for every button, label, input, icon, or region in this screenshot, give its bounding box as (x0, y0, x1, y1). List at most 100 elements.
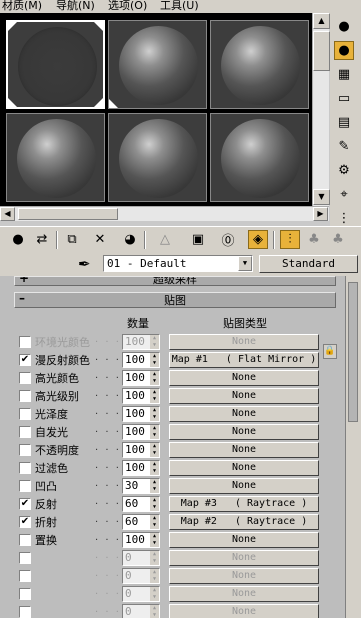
spinner-arrows-icon[interactable]: ▲ ▼ (150, 569, 159, 583)
map-amount-spinner[interactable]: 100 ▲ ▼ (122, 370, 160, 386)
sample-slot-2[interactable] (108, 20, 207, 109)
background-checker-icon[interactable]: ▦ (334, 65, 354, 84)
map-slot-button[interactable]: None (169, 478, 319, 494)
sample-slot-4[interactable] (6, 113, 105, 202)
spinner-arrows-icon[interactable]: ▲ ▼ (150, 587, 159, 601)
map-enable-checkbox[interactable] (19, 480, 31, 492)
spinner-arrows-icon[interactable]: ▲ ▼ (150, 353, 159, 367)
make-preview-icon[interactable]: ✎ (334, 137, 354, 156)
scroll-thumb[interactable] (313, 31, 330, 71)
spinner-arrows-icon[interactable]: ▲ ▼ (150, 515, 159, 529)
spinner-arrows-icon[interactable]: ▲ ▼ (150, 371, 159, 385)
spinner-arrows-icon[interactable]: ▲ ▼ (150, 479, 159, 493)
map-slot-button[interactable]: None (169, 388, 319, 404)
backlight-icon[interactable]: ● (334, 41, 354, 60)
put-to-library-icon[interactable]: △ (155, 230, 175, 249)
show-end-result-icon[interactable]: ◈ (248, 230, 268, 249)
supersampling-rollout-header[interactable]: + 超级采样 (14, 276, 336, 286)
maps-rollout-header[interactable]: – 贴图 (14, 291, 336, 308)
spinner-arrows-icon[interactable]: ▲ ▼ (150, 605, 159, 618)
map-enable-checkbox[interactable] (19, 462, 31, 474)
map-amount-spinner[interactable]: 0 ▲ ▼ (122, 568, 160, 584)
map-amount-spinner[interactable]: 100 ▲ ▼ (122, 442, 160, 458)
reset-map-icon[interactable]: ✕ (90, 230, 110, 249)
map-slot-button[interactable]: None (169, 442, 319, 458)
map-slot-button[interactable]: None (169, 424, 319, 440)
spinner-arrows-icon[interactable]: ▲ ▼ (150, 551, 159, 565)
map-slot-button[interactable]: None (169, 460, 319, 476)
sample-slot-6[interactable] (210, 113, 309, 202)
spinner-arrows-icon[interactable]: ▲ ▼ (150, 407, 159, 421)
map-enable-checkbox[interactable]: ✔ (19, 498, 31, 510)
map-amount-spinner[interactable]: 0 ▲ ▼ (122, 604, 160, 618)
map-slot-button[interactable]: None (169, 604, 319, 618)
scroll-right-icon[interactable]: ▶ (313, 207, 328, 221)
map-enable-checkbox[interactable]: ✔ (19, 354, 31, 366)
material-type-button[interactable]: Standard (259, 255, 358, 273)
map-enable-checkbox[interactable] (19, 426, 31, 438)
panel-scrollbar[interactable] (345, 276, 361, 618)
map-enable-checkbox[interactable] (19, 408, 31, 420)
put-to-scene-icon[interactable]: ⇄ (32, 230, 52, 249)
map-enable-checkbox[interactable]: ✔ (19, 516, 31, 528)
material-name-field[interactable]: 01 - Default ▼ (103, 255, 253, 272)
map-enable-checkbox[interactable] (19, 390, 31, 402)
spinner-arrows-icon[interactable]: ▲ ▼ (150, 497, 159, 511)
eyedropper-icon[interactable]: ✒ (78, 255, 91, 273)
map-amount-spinner[interactable]: 100 ▲ ▼ (122, 460, 160, 476)
map-slot-button[interactable]: None (169, 334, 319, 350)
map-slot-button[interactable]: Map #3 ( Raytrace ) (169, 496, 319, 512)
menu-navigation[interactable]: 导航(N) (56, 0, 95, 13)
map-amount-spinner[interactable]: 100 ▲ ▼ (122, 352, 160, 368)
sample-slot-1[interactable] (6, 20, 105, 109)
map-enable-checkbox[interactable] (19, 552, 31, 564)
map-enable-checkbox[interactable] (19, 372, 31, 384)
select-by-material-icon[interactable]: ⌖ (334, 185, 354, 204)
map-slot-button[interactable]: None (169, 568, 319, 584)
sample-type-sphere-icon[interactable]: ● (334, 17, 354, 36)
get-material-icon[interactable]: ● (8, 230, 28, 249)
spinner-arrows-icon[interactable]: ▲ ▼ (150, 443, 159, 457)
assign-to-selection-icon[interactable]: ⧉ (62, 230, 82, 249)
show-map-in-viewport-icon[interactable]: ⓪ (218, 230, 238, 249)
map-amount-spinner[interactable]: 100 ▲ ▼ (122, 388, 160, 404)
map-enable-checkbox[interactable] (19, 606, 31, 618)
menu-material[interactable]: 材质(M) (2, 0, 42, 13)
scroll-thumb[interactable] (348, 282, 358, 422)
map-slot-button[interactable]: Map #2 ( Raytrace ) (169, 514, 319, 530)
chevron-down-icon[interactable]: ▼ (238, 256, 252, 271)
options-icon[interactable]: ⚙ (334, 161, 354, 180)
scroll-left-icon[interactable]: ◀ (0, 207, 15, 221)
map-amount-spinner[interactable]: 0 ▲ ▼ (122, 586, 160, 602)
map-enable-checkbox[interactable] (19, 444, 31, 456)
map-enable-checkbox[interactable] (19, 336, 31, 348)
scroll-thumb[interactable] (18, 208, 118, 220)
map-slot-button[interactable]: None (169, 586, 319, 602)
map-amount-spinner[interactable]: 60 ▲ ▼ (122, 496, 160, 512)
spinner-arrows-icon[interactable]: ▲ ▼ (150, 533, 159, 547)
map-enable-checkbox[interactable] (19, 588, 31, 600)
spinner-arrows-icon[interactable]: ▲ ▼ (150, 335, 159, 349)
map-slot-button[interactable]: None (169, 370, 319, 386)
map-enable-checkbox[interactable] (19, 534, 31, 546)
menu-options[interactable]: 选项(O) (108, 0, 147, 13)
menu-tools[interactable]: 工具(U) (160, 0, 199, 13)
go-forward-to-sibling-icon[interactable]: ♣ (304, 230, 324, 249)
spinner-arrows-icon[interactable]: ▲ ▼ (150, 425, 159, 439)
map-amount-spinner[interactable]: 30 ▲ ▼ (122, 478, 160, 494)
video-color-check-icon[interactable]: ▤ (334, 113, 354, 132)
map-slot-button[interactable]: Map #1 ( Flat Mirror ) (169, 352, 319, 368)
spinner-arrows-icon[interactable]: ▲ ▼ (150, 461, 159, 475)
sample-slot-3[interactable] (210, 20, 309, 109)
scroll-down-icon[interactable]: ▼ (313, 189, 330, 205)
sample-slot-5[interactable] (108, 113, 207, 202)
map-amount-spinner[interactable]: 100 ▲ ▼ (122, 406, 160, 422)
map-amount-spinner[interactable]: 100 ▲ ▼ (122, 532, 160, 548)
material-id-channel-icon[interactable]: ▣ (188, 230, 208, 249)
sample-uv-tiling-icon[interactable]: ▭ (334, 89, 354, 108)
material-map-navigator-icon[interactable]: ♣ (328, 230, 348, 249)
map-amount-spinner[interactable]: 0 ▲ ▼ (122, 550, 160, 566)
map-slot-button[interactable]: None (169, 550, 319, 566)
map-amount-spinner[interactable]: 60 ▲ ▼ (122, 514, 160, 530)
map-slot-button[interactable]: None (169, 406, 319, 422)
